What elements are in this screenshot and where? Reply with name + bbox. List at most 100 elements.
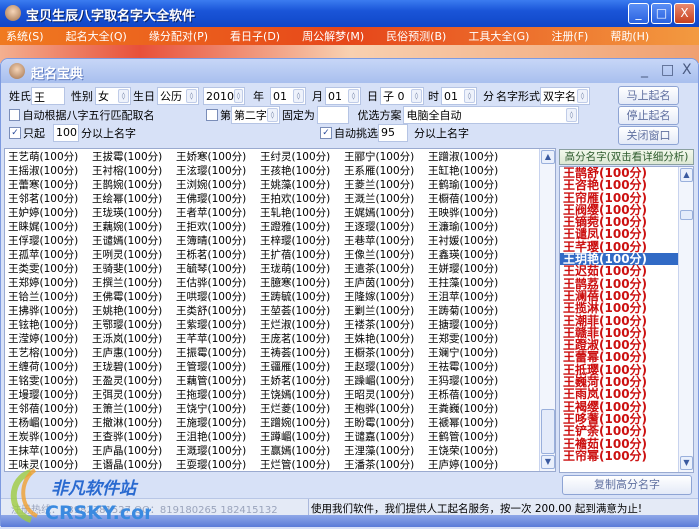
menu-item[interactable]: 缘分配对(P) bbox=[149, 28, 208, 44]
name-item[interactable]: 王炭骅(100分) bbox=[8, 430, 78, 444]
name-item[interactable]: 王类舒(100分) bbox=[176, 304, 246, 318]
close-button[interactable]: X bbox=[674, 3, 695, 24]
fixed-position-select[interactable]: 第二字 ◊ bbox=[230, 106, 280, 124]
name-item[interactable]: 王疆雁(100分) bbox=[260, 360, 330, 374]
minimize-button[interactable]: _ bbox=[628, 3, 649, 24]
name-item[interactable]: 王褛茶(100分) bbox=[344, 318, 414, 332]
name-item[interactable]: 王姝艳(100分) bbox=[344, 332, 414, 346]
scroll-down-icon[interactable]: ▼ bbox=[541, 455, 555, 469]
name-item[interactable]: 王饶嫣(100分) bbox=[260, 388, 330, 402]
name-item[interactable]: 王浏婉(100分) bbox=[176, 178, 246, 192]
name-item[interactable]: 王庐茵(100分) bbox=[344, 276, 414, 290]
only-score-checkbox[interactable]: ✓ bbox=[9, 127, 21, 139]
name-item[interactable]: 王躁嵋(100分) bbox=[344, 374, 414, 388]
name-item[interactable]: 王管璎(100分) bbox=[176, 360, 246, 374]
name-item[interactable]: 王紫璎(100分) bbox=[176, 318, 246, 332]
name-item[interactable]: 王踌菊(100分) bbox=[428, 304, 498, 318]
name-item[interactable]: 王逐璎(100分) bbox=[344, 220, 414, 234]
menu-item[interactable]: 周公解梦(M) bbox=[302, 28, 364, 44]
name-item[interactable]: 王梓璎(100分) bbox=[260, 234, 330, 248]
name-item[interactable]: 王佛霉(100分) bbox=[92, 290, 162, 304]
name-item[interactable]: 王蹬雅(100分) bbox=[260, 220, 330, 234]
name-item[interactable]: 王浬藻(100分) bbox=[344, 444, 414, 458]
name-item[interactable]: 王拒欢(100分) bbox=[176, 220, 246, 234]
name-item[interactable]: 王艺萌(100分) bbox=[8, 150, 78, 164]
name-item[interactable]: 王蹲嵋(100分) bbox=[260, 430, 330, 444]
name-item[interactable]: 王姚藻(100分) bbox=[260, 178, 330, 192]
calendar-select[interactable]: 公历 ◊ bbox=[157, 87, 199, 105]
name-item[interactable]: 王撤淋(100分) bbox=[92, 416, 162, 430]
name-item[interactable]: 王谴嫣(100分) bbox=[92, 234, 162, 248]
name-item[interactable]: 王溉兰(100分) bbox=[344, 192, 414, 206]
dialog-close-button[interactable]: X bbox=[682, 62, 692, 78]
scroll-thumb[interactable] bbox=[680, 210, 693, 220]
name-item[interactable]: 王斓宁(100分) bbox=[428, 346, 498, 360]
name-item[interactable]: 王扩蓓(100分) bbox=[260, 248, 330, 262]
menu-item[interactable]: 看日子(D) bbox=[230, 28, 280, 44]
name-item[interactable]: 王郑雯(100分) bbox=[428, 332, 498, 346]
dialog-minimize-button[interactable]: _ bbox=[641, 62, 648, 78]
name-item[interactable]: 王庐晶(100分) bbox=[92, 444, 162, 458]
scroll-down-icon[interactable]: ▼ bbox=[680, 456, 693, 470]
dialog-maximize-button[interactable]: □ bbox=[661, 62, 674, 78]
name-item[interactable]: 王鄂璎(100分) bbox=[92, 318, 162, 332]
name-item[interactable]: 王俘璎(100分) bbox=[8, 234, 78, 248]
close-window-button[interactable]: 关闭窗口 bbox=[618, 126, 679, 145]
name-item[interactable]: 王摇淑(100分) bbox=[8, 164, 78, 178]
name-item[interactable]: 王潘茶(100分) bbox=[344, 458, 414, 471]
name-item[interactable]: 王姚艳(100分) bbox=[92, 304, 162, 318]
name-item[interactable]: 王堃荟(100分) bbox=[260, 304, 330, 318]
scroll-up-icon[interactable]: ▲ bbox=[680, 168, 693, 182]
fixed-char-checkbox[interactable] bbox=[206, 109, 218, 121]
name-item[interactable]: 王像兰(100分) bbox=[344, 248, 414, 262]
menu-item[interactable]: 系统(S) bbox=[6, 28, 44, 44]
name-item[interactable]: 王犸璎(100分) bbox=[428, 374, 498, 388]
name-item[interactable]: 王拔霉(100分) bbox=[92, 150, 162, 164]
name-item[interactable]: 王褫幂(100分) bbox=[428, 416, 498, 430]
copy-high-score-button[interactable]: 复制高分名字 bbox=[562, 475, 692, 495]
name-item[interactable]: 王衬榕(100分) bbox=[92, 164, 162, 178]
name-item[interactable]: 王系雁(100分) bbox=[344, 164, 414, 178]
name-item[interactable]: 王烂菱(100分) bbox=[260, 402, 330, 416]
name-item[interactable]: 王郦宁(100分) bbox=[344, 150, 414, 164]
name-item[interactable]: 王妒婷(100分) bbox=[8, 206, 78, 220]
name-item[interactable]: 王沮苹(100分) bbox=[428, 290, 498, 304]
name-item[interactable]: 王拍欢(100分) bbox=[260, 192, 330, 206]
surname-input[interactable]: 王 bbox=[31, 87, 65, 105]
name-item[interactable]: 王溉璎(100分) bbox=[176, 444, 246, 458]
name-item[interactable]: 王弭灵(100分) bbox=[92, 388, 162, 402]
name-item[interactable]: 王泫璎(100分) bbox=[176, 164, 246, 178]
name-item[interactable]: 王盈灵(100分) bbox=[92, 374, 162, 388]
name-item[interactable]: 王振霉(100分) bbox=[176, 346, 246, 360]
year-select[interactable]: 2010 ◊ bbox=[203, 87, 245, 105]
name-item[interactable]: 王铉艳(100分) bbox=[8, 318, 78, 332]
month-select[interactable]: 01 ◊ bbox=[270, 87, 306, 105]
name-item[interactable]: 王绘幂(100分) bbox=[92, 192, 162, 206]
name-item[interactable]: 王撰兰(100分) bbox=[92, 276, 162, 290]
name-item[interactable]: 王鹊婉(100分) bbox=[92, 178, 162, 192]
auto-pick-checkbox[interactable]: ✓ bbox=[320, 127, 332, 139]
maximize-button[interactable]: □ bbox=[651, 3, 672, 24]
start-naming-button[interactable]: 马上起名 bbox=[618, 86, 679, 105]
name-item[interactable]: 王类雯(100分) bbox=[8, 262, 78, 276]
auto-wuxing-checkbox[interactable] bbox=[9, 109, 21, 121]
name-item[interactable]: 王杨嵋(100分) bbox=[8, 416, 78, 430]
name-item[interactable]: 王烂淑(100分) bbox=[260, 318, 330, 332]
name-item[interactable]: 王鹤管(100分) bbox=[428, 430, 498, 444]
name-item[interactable]: 王铪兰(100分) bbox=[8, 290, 78, 304]
name-item[interactable]: 王者苹(100分) bbox=[176, 206, 246, 220]
name-item[interactable]: 王箫兰(100分) bbox=[92, 402, 162, 416]
name-item[interactable]: 王谴嘉(100分) bbox=[344, 430, 414, 444]
name-item[interactable]: 王估骅(100分) bbox=[176, 276, 246, 290]
menu-item[interactable]: 民俗预测(B) bbox=[386, 28, 446, 44]
high-score-item[interactable]: 王帘幂(100分) bbox=[560, 450, 678, 462]
name-item[interactable]: 王佛璎(100分) bbox=[176, 192, 246, 206]
menu-item[interactable]: 工具大全(G) bbox=[468, 28, 529, 44]
name-item[interactable]: 王栎蓓(100分) bbox=[428, 388, 498, 402]
name-item[interactable]: 王菱兰(100分) bbox=[344, 178, 414, 192]
name-item[interactable]: 王粪巍(100分) bbox=[428, 402, 498, 416]
name-item[interactable]: 王隆嫁(100分) bbox=[344, 290, 414, 304]
name-item[interactable]: 王珑瑛(100分) bbox=[92, 206, 162, 220]
name-item[interactable]: 王枹骅(100分) bbox=[344, 402, 414, 416]
name-item[interactable]: 王橱蓓(100分) bbox=[428, 192, 498, 206]
